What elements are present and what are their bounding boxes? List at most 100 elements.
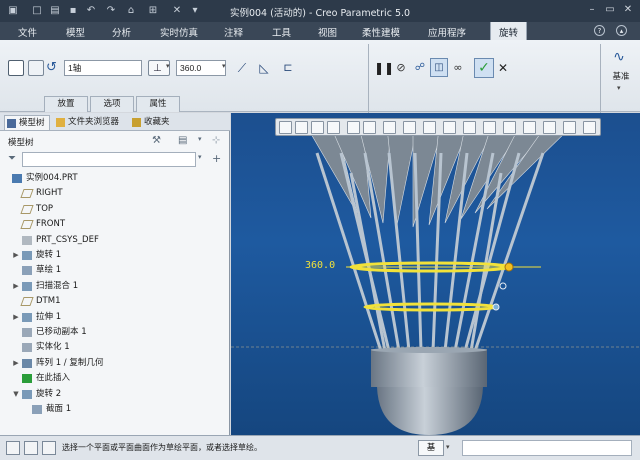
expand-toggle-icon[interactable]: ▶ [12,310,20,325]
tree-item[interactable]: ▶ 旋转 1 [0,248,230,263]
display-style-icon[interactable] [347,121,360,134]
help-search-icon[interactable]: ▴ [616,25,627,36]
graphics-window[interactable]: 360.0 [231,113,640,435]
axis-field[interactable] [64,60,142,76]
tree-item[interactable]: FRONT [0,217,230,232]
confirm-icon[interactable]: ✓ [474,58,494,78]
tree-item[interactable]: TOP [0,202,230,217]
search-dropdown-icon[interactable]: ▾ [198,153,208,165]
grid-icon[interactable] [563,121,576,134]
menu-tools[interactable]: 工具 [272,25,291,39]
tree-item[interactable]: 草绘 1 [0,263,230,278]
tree-item[interactable]: ▼ 旋转 2 [0,387,230,402]
menu-model[interactable]: 模型 [66,25,85,39]
tree-item[interactable]: RIGHT [0,186,230,201]
tab-properties[interactable]: 属性 [136,96,180,112]
tree-item[interactable]: PRT_CSYS_DEF [0,233,230,248]
expand-toggle-icon[interactable]: ▶ [12,279,20,294]
tree-pin-icon[interactable]: ⊹ [212,135,224,147]
view-manager-icon[interactable] [383,121,396,134]
pause-icon[interactable]: ❚❚ [374,60,394,76]
zoom-out-icon[interactable] [311,121,324,134]
dimension-label[interactable]: 360.0 [305,260,335,271]
tree-item[interactable]: DTM1 [0,294,230,309]
flip-direction-icon[interactable]: ⟋ [234,60,250,76]
annotation-display-icon[interactable] [423,121,436,134]
no-preview-icon[interactable]: ⊘ [394,60,408,76]
menu-revolve-tab[interactable]: 旋转 [490,22,528,40]
tree-search-input[interactable] [22,152,196,167]
menu-applications[interactable]: 应用程序 [428,25,466,39]
axis-display-icon[interactable] [463,121,476,134]
help-icon[interactable]: ? [594,25,605,36]
tree-item[interactable]: 已移动副本 1 [0,325,230,340]
panel-toggle-icon[interactable] [6,441,20,455]
tab-favorites[interactable]: 收藏夹 [130,115,176,130]
revolve-axis-icon[interactable]: ↺ [46,60,60,76]
zoom-in-icon[interactable] [295,121,308,134]
selection-filter[interactable]: 基 [418,440,444,456]
menu-flexible-modeling[interactable]: 柔性建模 [362,25,400,39]
center-handle [499,282,507,290]
menu-annotate[interactable]: 注释 [224,25,243,39]
tree-settings-icon[interactable]: ⚒ [152,135,166,147]
attach-preview-icon[interactable]: ☍ [412,60,428,76]
perspective-icon[interactable] [403,121,416,134]
tab-placement[interactable]: 放置 [44,96,88,112]
point-display-icon[interactable] [483,121,496,134]
title-bar: ▣ □ ▤ ▪ ↶ ↷ ⌂ ⊞ ✕ ▾ 实例004 (活动的) - Creo P… [0,0,640,22]
remove-material-icon[interactable]: ◺ [256,60,272,76]
angle-field[interactable] [176,60,226,76]
refit-icon[interactable] [279,121,292,134]
tree-item-label: 旋转 1 [36,250,62,260]
rendering-icon[interactable] [543,121,556,134]
plane-display-icon[interactable] [443,121,456,134]
live-preview-icon[interactable]: ◫ [430,58,448,77]
flip-view-icon[interactable] [583,121,596,134]
tree-item[interactable]: 实体化 1 [0,340,230,355]
expand-toggle-icon[interactable]: ▶ [12,248,20,263]
fullscreen-icon[interactable] [42,441,56,455]
selection-filter-dropdown-icon[interactable]: ▾ [446,443,450,451]
datum-dropdown-icon[interactable]: ▾ [617,84,621,92]
angle-type-dropdown-icon[interactable]: ▾ [166,62,170,70]
tree-item[interactable]: 在此插入 [0,371,230,386]
maximize-icon[interactable]: ▭ [602,3,618,17]
browser-toggle-icon[interactable] [24,441,38,455]
solid-icon[interactable] [8,60,24,76]
expand-toggle-icon[interactable]: ▶ [12,356,20,371]
minimize-icon[interactable]: – [584,3,600,17]
cancel-icon[interactable]: ✕ [496,60,510,76]
surface-icon[interactable] [28,60,44,76]
filter-icon[interactable]: ⏷ [8,153,18,165]
tree-item[interactable]: ▶ 阵列 1 / 复制几何 [0,356,230,371]
spin-center-icon[interactable] [523,121,536,134]
tab-folder-browser-label: 文件夹浏览器 [68,117,120,127]
verify-icon[interactable]: ∞ [450,60,466,76]
show-menu-icon[interactable]: ▤ [178,135,192,147]
tab-folder-browser[interactable]: 文件夹浏览器 [54,115,126,130]
tab-options[interactable]: 选项 [90,96,134,112]
show-dropdown-icon[interactable]: ▾ [198,135,206,147]
tree-item[interactable]: 截面 1 [0,402,230,417]
menu-analysis[interactable]: 分析 [112,25,131,39]
datum-icon[interactable]: ∿ [610,48,628,66]
add-item-icon[interactable]: + [212,152,224,165]
tree-item[interactable]: ▶ 扫描混合 1 [0,279,230,294]
pivot-handle [492,303,500,311]
repaint-icon[interactable] [327,121,340,134]
menu-view[interactable]: 视图 [318,25,337,39]
expand-toggle-icon[interactable]: ▼ [12,387,20,402]
csys-display-icon[interactable] [503,121,516,134]
menu-simulation[interactable]: 实时仿真 [160,25,198,39]
datum-label[interactable]: 基准 [604,70,638,82]
menu-file[interactable]: 文件 [18,25,37,39]
angle-dropdown-icon[interactable]: ▾ [222,62,226,70]
saved-orientations-icon[interactable] [363,121,376,134]
close-icon[interactable]: ✕ [620,3,636,17]
thicken-icon[interactable]: ⊏ [280,60,296,76]
tab-model-tree[interactable]: 模型树 [4,115,50,130]
tree-item[interactable]: ▶ 拉伸 1 [0,310,230,325]
smart-filter-field[interactable] [462,440,632,456]
tree-item[interactable]: 实例004.PRT [0,171,230,186]
